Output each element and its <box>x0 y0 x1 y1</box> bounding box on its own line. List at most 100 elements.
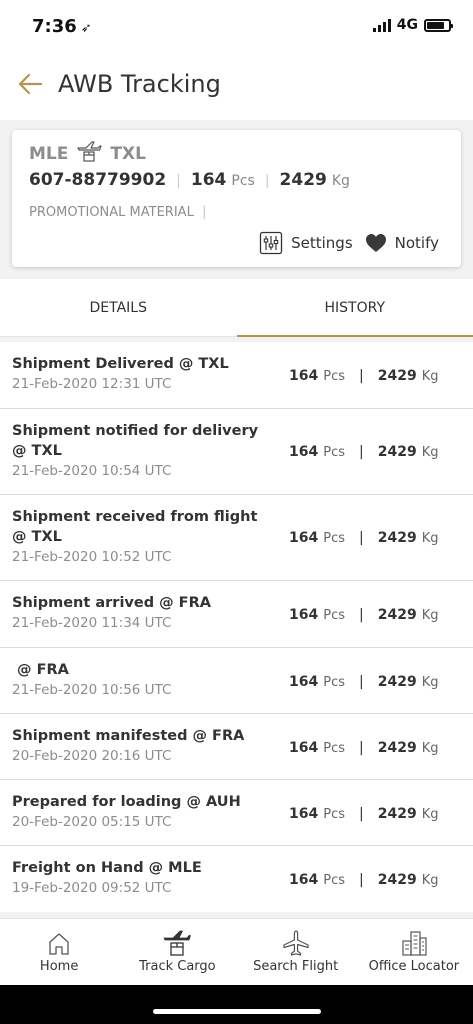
pieces-value: 164 <box>289 607 319 623</box>
event-date: 21-Feb-2020 10:56 UTC <box>12 682 172 698</box>
event-date: 21-Feb-2020 10:52 UTC <box>12 549 172 565</box>
status-bar: 7:36 ➶ 4G <box>0 0 473 50</box>
building-icon <box>402 931 427 956</box>
nav-search-flight[interactable]: Search Flight <box>237 919 355 985</box>
pieces-unit: Pcs <box>323 369 345 384</box>
event-metrics: 164 Pcs | 2429 Kg <box>289 740 438 756</box>
nav-label: Search Flight <box>253 959 339 974</box>
weight-unit: Kg <box>421 608 439 623</box>
history-item-text: Freight on Hand @ MLE 19-Feb-2020 09:52 … <box>12 858 274 898</box>
weight-unit: Kg <box>421 807 439 822</box>
event-date: 21-Feb-2020 12:31 UTC <box>12 376 172 392</box>
history-item[interactable]: Shipment notified for delivery @ TXL 21-… <box>0 409 473 495</box>
app-header: AWB Tracking <box>0 50 473 120</box>
home-indicator[interactable] <box>153 1009 321 1014</box>
location-arrow-icon: ➶ <box>80 21 92 36</box>
pieces-unit: Pcs <box>323 531 345 546</box>
tab-details[interactable]: DETAILS <box>0 279 237 336</box>
event-date: 19-Feb-2020 09:52 UTC <box>12 880 172 896</box>
history-item[interactable]: Shipment arrived @ FRA 21-Feb-2020 11:34… <box>0 581 473 648</box>
nav-label: Track Cargo <box>139 959 216 974</box>
pieces-unit: Pcs <box>323 741 345 756</box>
event-metrics: 164 Pcs | 2429 Kg <box>289 368 438 384</box>
history-item[interactable]: Shipment received from flight @ TXL 21-F… <box>0 495 473 581</box>
history-item[interactable]: Shipment Delivered @ TXL 21-Feb-2020 12:… <box>0 342 473 409</box>
history-item[interactable]: @ FRA 21-Feb-2020 10:56 UTC 164 Pcs | 2429 K… <box>0 648 473 714</box>
nav-label: Office Locator <box>368 959 460 974</box>
heart-icon <box>365 234 386 252</box>
event-title: @ FRA <box>12 662 69 678</box>
pieces-unit: Pcs <box>323 807 345 822</box>
event-date: 20-Feb-2020 20:16 UTC <box>12 748 172 764</box>
event-metrics: 164 Pcs | 2429 Kg <box>289 444 438 460</box>
event-title: Shipment received from flight @ TXL <box>12 509 258 545</box>
history-item[interactable]: Prepared for loading @ AUH 20-Feb-2020 0… <box>0 780 473 846</box>
weight-unit: Kg <box>421 873 439 888</box>
notify-button[interactable]: Notify <box>365 233 439 253</box>
divider: | <box>176 173 181 189</box>
divider: | <box>359 872 364 888</box>
airplane-icon <box>283 930 309 956</box>
event-metrics: 164 Pcs | 2429 Kg <box>289 872 438 888</box>
history-item-text: Shipment received from flight @ TXL 21-F… <box>12 507 274 567</box>
weight-value: 2429 <box>377 368 417 384</box>
pieces-unit: Pcs <box>323 675 345 690</box>
back-arrow-icon[interactable] <box>16 70 44 98</box>
history-item[interactable]: Shipment manifested @ FRA 20-Feb-2020 20… <box>0 714 473 780</box>
card-actions: Settings Notify <box>259 231 439 255</box>
settings-button[interactable]: Settings <box>259 231 353 255</box>
divider: | <box>264 173 270 189</box>
pieces-value: 164 <box>289 872 319 888</box>
tab-bar: DETAILS HISTORY <box>0 279 473 337</box>
pieces-value: 164 <box>289 740 319 756</box>
pieces-value: 164 <box>190 170 227 190</box>
destination-code: TXL <box>110 144 146 164</box>
signal-icon <box>372 18 391 32</box>
bottom-nav: Home Track Cargo Search Flight Office Lo… <box>0 918 473 985</box>
plane-cargo-icon <box>77 141 102 162</box>
history-item-text: Shipment Delivered @ TXL 21-Feb-2020 12:… <box>12 354 274 394</box>
settings-label: Settings <box>291 234 353 252</box>
pieces-value: 164 <box>289 806 319 822</box>
nav-office-locator[interactable]: Office Locator <box>355 919 473 985</box>
weight-value: 2429 <box>377 872 417 888</box>
event-metrics: 164 Pcs | 2429 Kg <box>289 530 438 546</box>
nav-track-cargo[interactable]: Track Cargo <box>118 919 236 985</box>
history-item[interactable]: Freight on Hand @ MLE 19-Feb-2020 09:52 … <box>0 846 473 912</box>
divider: | <box>359 444 364 460</box>
event-title: Shipment manifested @ FRA <box>12 728 245 744</box>
page-title: AWB Tracking <box>58 70 221 98</box>
weight-unit: Kg <box>331 173 350 189</box>
divider: | <box>359 368 364 384</box>
weight-unit: Kg <box>421 445 439 460</box>
network-type: 4G <box>396 17 418 33</box>
event-metrics: 164 Pcs | 2429 Kg <box>289 674 438 690</box>
divider: | <box>359 806 364 822</box>
event-title: Freight on Hand @ MLE <box>12 860 202 876</box>
track-cargo-icon <box>163 930 192 956</box>
event-title: Shipment arrived @ FRA <box>12 595 211 611</box>
history-item-text: Shipment arrived @ FRA 21-Feb-2020 11:34… <box>12 593 274 633</box>
home-bar-area <box>0 985 473 1024</box>
pieces-unit: Pcs <box>323 873 345 888</box>
history-item-text: Prepared for loading @ AUH 20-Feb-2020 0… <box>12 792 274 832</box>
event-title: Prepared for loading @ AUH <box>12 794 241 810</box>
notify-label: Notify <box>394 234 439 252</box>
sliders-icon <box>259 231 283 255</box>
weight-unit: Kg <box>421 531 439 546</box>
event-date: 20-Feb-2020 05:15 UTC <box>12 814 172 830</box>
weight-unit: Kg <box>421 369 439 384</box>
status-time: 7:36 ➶ <box>32 16 92 37</box>
event-date: 21-Feb-2020 10:54 UTC <box>12 463 172 479</box>
event-metrics: 164 Pcs | 2429 Kg <box>289 607 438 623</box>
divider: | <box>201 204 207 220</box>
awb-line: 607-88779902 | 164 Pcs | 2429 Kg <box>29 170 350 190</box>
event-title: Shipment Delivered @ TXL <box>12 356 229 372</box>
nav-home[interactable]: Home <box>0 919 118 985</box>
route: MLE TXL <box>29 141 146 164</box>
tab-history[interactable]: HISTORY <box>236 279 473 337</box>
divider: | <box>359 607 364 623</box>
event-title: Shipment notified for delivery @ TXL <box>12 423 259 459</box>
weight-value: 2429 <box>377 607 417 623</box>
status-time-text: 7:36 <box>32 16 77 37</box>
